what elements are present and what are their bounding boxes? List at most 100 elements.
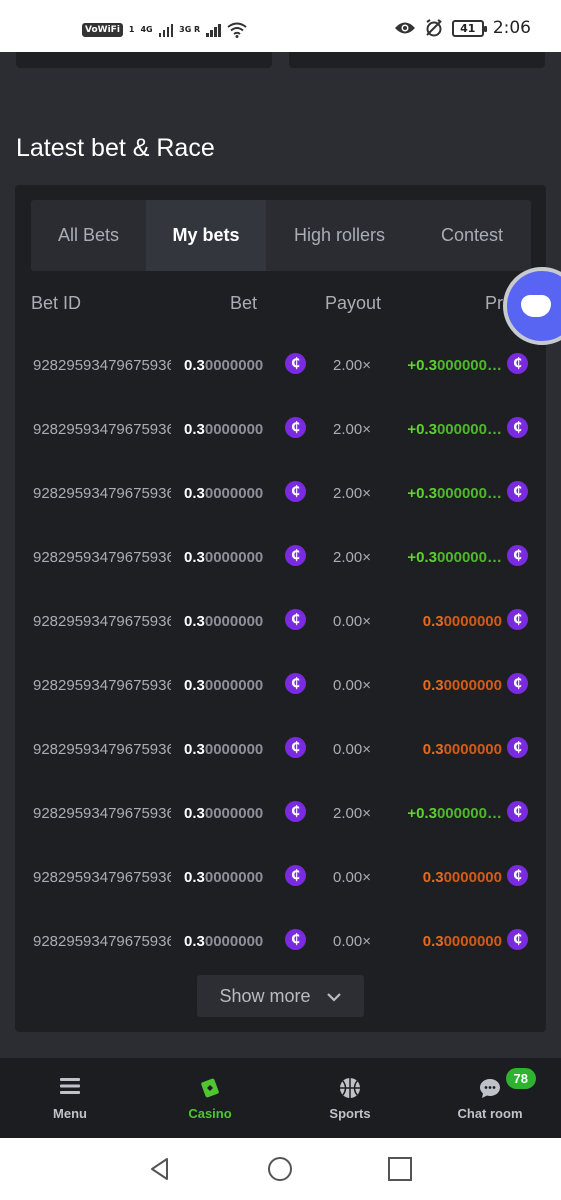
payout-multiplier: 2.00×	[333, 549, 371, 566]
bets-table-body: 92829593479675936 0.30000000 ₵ 2.00× +0.3000…	[15, 335, 546, 975]
coin-icon: ₵	[285, 417, 306, 438]
coin-icon: ₵	[285, 481, 306, 502]
status-left: VoWiFi 1 4G 3G R	[82, 22, 247, 38]
bet-amount-rest: 0000000	[204, 549, 264, 566]
coin-icon: ₵	[285, 801, 306, 822]
profit-amount-rest: 000000…	[436, 357, 502, 374]
coin-icon: ₵	[507, 417, 528, 438]
bet-id: 92829593479675936	[33, 485, 171, 502]
bet-amount: 0.30000000	[184, 677, 263, 694]
bet-amount: 0.30000000	[184, 869, 263, 886]
bet-amount: 0.30000000	[184, 613, 263, 630]
profit-amount-main: 0.3	[422, 741, 444, 758]
profit-amount: +0.3000000…	[372, 421, 502, 438]
bet-id: 92829593479675936	[33, 933, 171, 950]
profit-amount-rest: 0000000	[443, 741, 502, 758]
table-row[interactable]: 92829593479675936 0.30000000 ₵ 2.00× +0.3000…	[15, 783, 546, 847]
table-row[interactable]: 92829593479675936 0.30000000 ₵ 2.00× +0.3000…	[15, 399, 546, 463]
bet-amount-rest: 0000000	[204, 869, 264, 886]
coin-icon: ₵	[507, 481, 528, 502]
profit-amount-rest: 0000000	[443, 677, 502, 694]
profit-amount: 0.30000000	[372, 933, 502, 950]
table-row[interactable]: 92829593479675936 0.30000000 ₵ 2.00× +0.3000…	[15, 463, 546, 527]
bet-amount: 0.30000000	[184, 741, 263, 758]
coin-icon: ₵	[285, 545, 306, 566]
bet-amount: 0.30000000	[184, 549, 263, 566]
payout-multiplier: 0.00×	[333, 869, 371, 886]
profit-amount: +0.3000000…	[372, 805, 502, 822]
profit-amount: +0.3000000…	[372, 357, 502, 374]
header-payout: Payout	[325, 293, 382, 313]
profit-amount-main: +0.3	[407, 549, 437, 566]
signal-icon	[158, 23, 174, 37]
payout-multiplier: 2.00×	[333, 357, 371, 374]
bet-amount-main: 0.3	[184, 869, 205, 886]
tab-all-bets[interactable]: All Bets	[31, 200, 146, 271]
table-row[interactable]: 92829593479675936 0.30000000 ₵ 0.00× 0.30000…	[15, 847, 546, 911]
table-row[interactable]: 92829593479675936 0.30000000 ₵ 2.00× +0.3000…	[15, 335, 546, 399]
bet-id: 92829593479675936	[33, 805, 171, 822]
payout-multiplier: 0.00×	[333, 933, 371, 950]
profit-amount-main: +0.3	[407, 805, 437, 822]
tab-my-bets[interactable]: My bets	[146, 200, 266, 271]
bet-id: 92829593479675936	[33, 741, 171, 758]
casino-icon	[140, 1076, 280, 1100]
bets-panel: All Bets My bets High rollers Contest Be…	[15, 185, 546, 1032]
app-content: Latest bet & Race All Bets My bets High …	[0, 52, 561, 1138]
payout-multiplier: 0.00×	[333, 613, 371, 630]
bet-amount-rest: 0000000	[204, 677, 264, 694]
bet-amount: 0.30000000	[184, 933, 263, 950]
table-row[interactable]: 92829593479675936 0.30000000 ₵ 0.00× 0.30000…	[15, 719, 546, 783]
nav-chat-room-label: Chat room	[457, 1106, 523, 1121]
table-row[interactable]: 92829593479675936 0.30000000 ₵ 0.00× 0.30000…	[15, 911, 546, 975]
bet-amount-main: 0.3	[184, 485, 205, 502]
bet-id: 92829593479675936	[33, 357, 171, 374]
signal-icon-2	[206, 23, 221, 37]
nav-casino-label: Casino	[188, 1106, 232, 1121]
profit-amount: +0.3000000…	[372, 485, 502, 502]
system-nav-bar	[0, 1138, 561, 1200]
show-more-button[interactable]: Show more	[197, 975, 364, 1017]
payout-multiplier: 0.00×	[333, 677, 371, 694]
bet-amount: 0.30000000	[184, 485, 263, 502]
table-row[interactable]: 92829593479675936 0.30000000 ₵ 0.00× 0.30000…	[15, 591, 546, 655]
bet-id: 92829593479675936	[33, 613, 171, 630]
profit-amount-main: +0.3	[407, 485, 437, 502]
profit-amount-rest: 000000…	[436, 485, 502, 502]
nav-chat-room[interactable]: Chat room 78	[420, 1058, 560, 1138]
profit-amount-rest: 0000000	[443, 933, 502, 950]
coin-icon: ₵	[285, 353, 306, 374]
nav-casino[interactable]: Casino	[140, 1058, 280, 1138]
bet-amount-rest: 0000000	[204, 741, 264, 758]
menu-icon	[0, 1076, 140, 1100]
clock: 2:06	[492, 18, 531, 38]
table-header: Bet ID Bet Payout Profit	[15, 277, 546, 327]
profit-amount: 0.30000000	[372, 869, 502, 886]
section-title: Latest bet & Race	[16, 134, 215, 162]
profit-amount-rest: 000000…	[436, 549, 502, 566]
chat-unread-badge: 78	[505, 1068, 536, 1089]
bet-amount-rest: 0000000	[204, 933, 264, 950]
profit-amount-main: 0.3	[422, 677, 444, 694]
nav-sports[interactable]: Sports	[280, 1058, 420, 1138]
table-row[interactable]: 92829593479675936 0.30000000 ₵ 0.00× 0.30000…	[15, 655, 546, 719]
table-row[interactable]: 92829593479675936 0.30000000 ₵ 2.00× +0.3000…	[15, 527, 546, 591]
back-icon[interactable]	[147, 1156, 173, 1182]
status-right: 41 2:06	[394, 18, 531, 38]
profit-amount-rest: 000000…	[436, 421, 502, 438]
bet-amount-main: 0.3	[184, 677, 205, 694]
bet-amount: 0.30000000	[184, 357, 263, 374]
wifi-icon	[227, 22, 247, 38]
bet-id: 92829593479675936	[33, 869, 171, 886]
bottom-nav: Menu Casino Sports Chat room 78	[0, 1058, 561, 1138]
tab-contest[interactable]: Contest	[413, 200, 531, 271]
profit-amount-main: +0.3	[407, 357, 437, 374]
recents-icon[interactable]	[387, 1156, 413, 1182]
tab-high-rollers[interactable]: High rollers	[266, 200, 413, 271]
bet-amount-main: 0.3	[184, 741, 205, 758]
home-icon[interactable]	[267, 1156, 293, 1182]
battery-icon: 41	[451, 19, 487, 37]
bet-amount-rest: 0000000	[204, 357, 264, 374]
nav-menu[interactable]: Menu	[0, 1058, 140, 1138]
coin-icon: ₵	[285, 609, 306, 630]
